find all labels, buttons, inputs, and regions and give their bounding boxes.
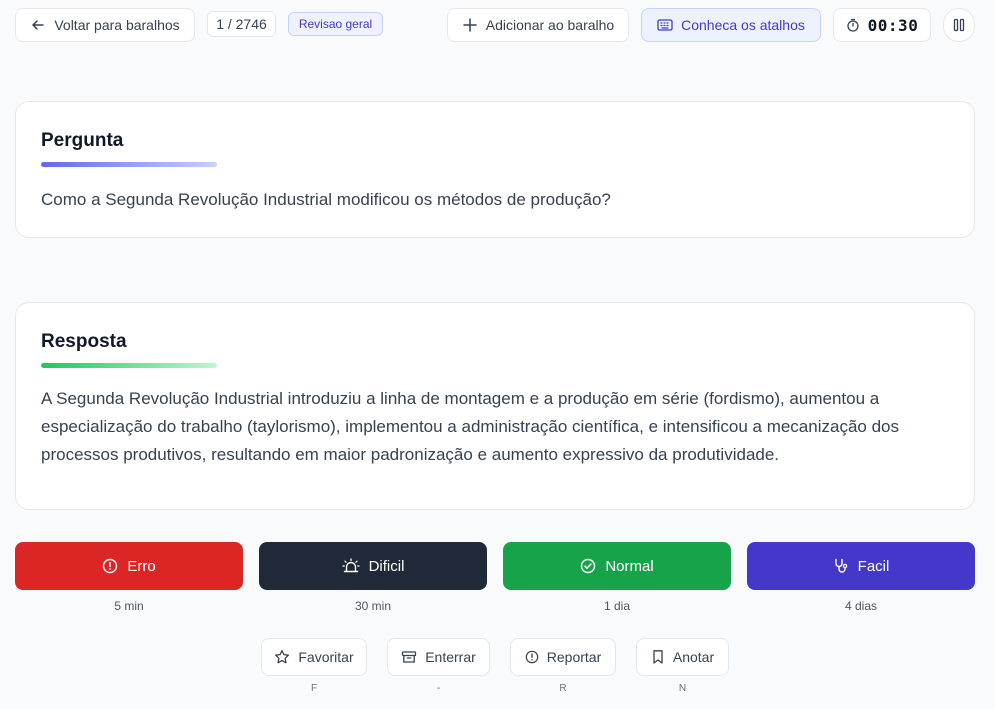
deck-badge: Revisao geral — [288, 12, 383, 36]
add-to-deck-button[interactable]: Adicionar ao baralho — [447, 8, 629, 42]
rate-facil-label: Facil — [857, 557, 890, 575]
pause-button[interactable] — [943, 8, 975, 42]
report-shortcut: R — [559, 683, 567, 694]
timer-display: 00:30 — [833, 8, 931, 42]
question-title: Pergunta — [41, 130, 124, 151]
rate-dificil-button[interactable]: Dificil — [259, 542, 487, 590]
question-text: Como a Segunda Revolução Industrial modi… — [41, 190, 611, 209]
timer-value: 00:30 — [867, 15, 919, 35]
back-label: Voltar para baralhos — [54, 17, 180, 33]
answer-card: Resposta A Segunda Revolução Industrial … — [15, 302, 975, 510]
alert-circle-icon — [525, 650, 539, 664]
card-counter: 1 / 2746 — [207, 11, 276, 37]
stopwatch-icon — [847, 18, 859, 32]
rate-normal-interval: 1 dia — [603, 599, 631, 613]
add-label: Adicionar ao baralho — [485, 17, 615, 33]
question-accent-bar — [41, 162, 217, 167]
rate-dificil-interval: 30 min — [354, 599, 392, 613]
answer-title: Resposta — [41, 331, 127, 352]
alarm-siren-icon — [341, 558, 360, 573]
stethoscope-icon — [834, 558, 847, 573]
bury-label: Enterrar — [425, 649, 476, 665]
bookmark-icon — [653, 650, 663, 664]
star-icon — [275, 649, 290, 664]
answer-accent-bar — [41, 363, 217, 368]
favorite-button[interactable]: Favoritar — [261, 638, 367, 676]
favorite-shortcut: F — [310, 683, 318, 694]
shortcuts-label: Conheca os atalhos — [681, 17, 805, 33]
question-card: Pergunta Como a Segunda Revolução Indust… — [15, 101, 975, 238]
rate-erro-label: Erro — [127, 557, 156, 575]
rate-erro-interval: 5 min — [114, 599, 144, 613]
back-to-decks-button[interactable]: Voltar para baralhos — [15, 8, 195, 42]
rate-erro-button[interactable]: Erro — [15, 542, 243, 590]
report-button[interactable]: Reportar — [510, 638, 616, 676]
arrow-left-icon — [32, 20, 45, 30]
plus-icon — [463, 18, 477, 32]
keyboard-icon — [657, 19, 673, 31]
alert-circle-icon — [103, 558, 118, 574]
annotate-label: Anotar — [672, 649, 715, 665]
answer-text: A Segunda Revolução Industrial introduzi… — [41, 389, 899, 464]
annotate-button[interactable]: Anotar — [636, 638, 729, 676]
rate-facil-interval: 4 dias — [844, 599, 878, 613]
bury-shortcut: - — [436, 683, 441, 694]
bury-button[interactable]: Enterrar — [387, 638, 490, 676]
pause-icon — [953, 18, 965, 32]
rate-facil-button[interactable]: Facil — [747, 542, 975, 590]
rate-normal-button[interactable]: Normal — [503, 542, 731, 590]
check-circle-icon — [581, 558, 596, 574]
archive-icon — [402, 651, 417, 663]
report-label: Reportar — [546, 649, 602, 665]
rate-dificil-label: Dificil — [368, 557, 405, 575]
favorite-label: Favoritar — [298, 649, 354, 665]
annotate-shortcut: N — [678, 683, 687, 694]
shortcuts-button[interactable]: Conheca os atalhos — [641, 8, 821, 42]
rate-normal-label: Normal — [605, 557, 654, 575]
